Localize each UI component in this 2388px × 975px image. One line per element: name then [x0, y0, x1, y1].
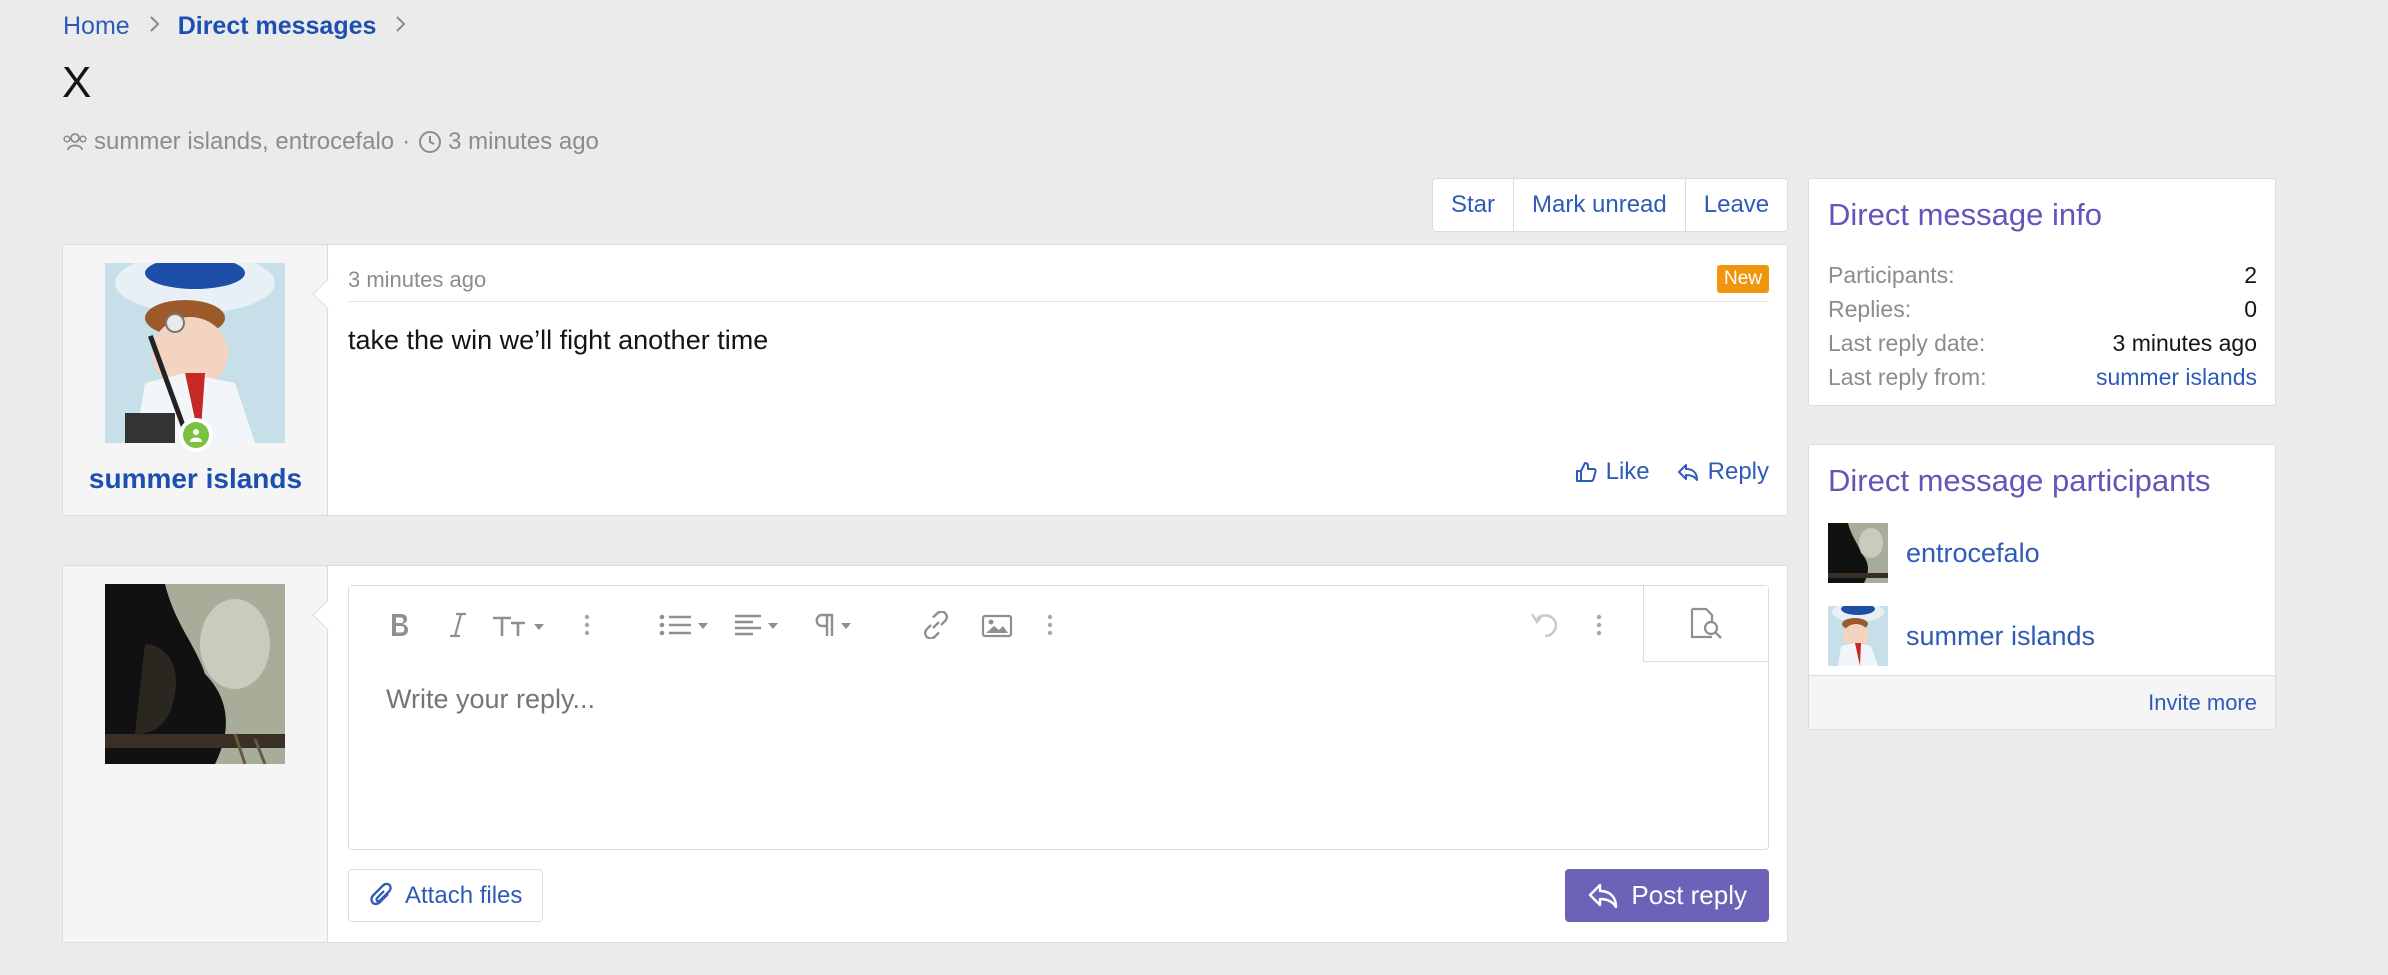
- breadcrumb: Home Direct messages: [63, 10, 424, 42]
- info-value: 3 minutes ago: [2112, 330, 2257, 356]
- breadcrumb-home-link[interactable]: Home: [63, 12, 130, 41]
- avatar[interactable]: [1828, 523, 1888, 583]
- conversation-actions: Star Mark unread Leave: [1432, 178, 1789, 232]
- chevron-right-icon: [148, 13, 160, 39]
- avatar[interactable]: [105, 584, 285, 764]
- paperclip-icon: [370, 882, 392, 905]
- users-icon: [62, 132, 94, 152]
- meta-time: 3 minutes ago: [448, 128, 599, 155]
- reply-main: Attach files Post reply: [328, 566, 1787, 942]
- participant-item: entrocefalo: [1828, 523, 2040, 583]
- clock-icon: [418, 130, 448, 154]
- invite-more-button[interactable]: Invite more: [1809, 675, 2275, 729]
- reply-icon: [1677, 464, 1698, 481]
- rich-text-editor: [348, 585, 1769, 850]
- conversation-meta: summer islands, entrocefalo · 3 minutes …: [62, 128, 599, 156]
- mark-unread-button[interactable]: Mark unread: [1513, 179, 1685, 231]
- preview-button[interactable]: [1643, 586, 1768, 662]
- quick-reply: Attach files Post reply: [62, 565, 1788, 943]
- more-icon[interactable]: [1595, 608, 1603, 642]
- info-title: Direct message info: [1828, 197, 2102, 232]
- attach-files-button[interactable]: Attach files: [348, 869, 544, 922]
- reply-label: Reply: [1707, 458, 1769, 485]
- participant-item: summer islands: [1828, 606, 2095, 666]
- page-title: X: [62, 58, 92, 107]
- info-label: Last reply from:: [1828, 364, 1987, 390]
- info-label: Last reply date:: [1828, 330, 1986, 356]
- preview-icon: [1690, 607, 1722, 639]
- meta-separator: ·: [402, 128, 411, 155]
- message-main: 3 minutes ago New take the win we’ll fig…: [328, 245, 1787, 515]
- paragraph-icon[interactable]: [809, 608, 859, 642]
- info-row: Replies: 0: [1828, 296, 2257, 323]
- message-footer: Like Reply: [1574, 458, 1769, 486]
- message-author[interactable]: summer islands: [63, 463, 328, 495]
- avatar[interactable]: [105, 263, 285, 443]
- invite-more-label: Invite more: [2148, 689, 2257, 715]
- thumbs-up-icon: [1575, 462, 1597, 482]
- list-icon[interactable]: [658, 608, 714, 642]
- align-icon[interactable]: [733, 608, 789, 642]
- info-row: Participants: 2: [1828, 262, 2257, 289]
- bold-icon[interactable]: [387, 608, 413, 642]
- like-button[interactable]: Like: [1574, 458, 1650, 486]
- avatar[interactable]: [1828, 606, 1888, 666]
- leave-button[interactable]: Leave: [1684, 179, 1787, 231]
- chevron-right-icon: [394, 13, 406, 39]
- undo-icon[interactable]: [1529, 608, 1561, 642]
- star-button[interactable]: Star: [1433, 179, 1513, 231]
- info-row: Last reply date: 3 minutes ago: [1828, 330, 2257, 357]
- participant-name[interactable]: summer islands: [1906, 621, 2095, 652]
- more-icon[interactable]: [1046, 608, 1054, 642]
- editor-toolbar: [349, 586, 1768, 662]
- post-reply-label: Post reply: [1631, 880, 1747, 910]
- reply-user-cell: [63, 566, 344, 942]
- info-value: 2: [2244, 262, 2257, 288]
- online-status-icon: [179, 418, 213, 452]
- like-label: Like: [1605, 458, 1650, 485]
- message-user-cell: summer islands: [63, 245, 344, 515]
- attach-files-label: Attach files: [405, 881, 523, 909]
- page: Home Direct messages X summer islands, e…: [0, 0, 2388, 975]
- image-icon[interactable]: [981, 608, 1013, 642]
- participant-name[interactable]: entrocefalo: [1906, 538, 2040, 569]
- info-row: Last reply from: summer islands: [1828, 364, 2257, 391]
- message-date[interactable]: 3 minutes ago: [348, 267, 486, 293]
- participants-title: Direct message participants: [1828, 463, 2211, 498]
- reply-icon: [1589, 883, 1618, 908]
- reply-input[interactable]: [386, 684, 1586, 715]
- direct-message-participants: Direct message participants entrocefalo …: [1808, 444, 2276, 730]
- divider: [348, 301, 1769, 302]
- meta-participants: summer islands, entrocefalo: [94, 128, 395, 155]
- message-body: take the win we’ll fight another time: [348, 325, 769, 355]
- reply-button[interactable]: Reply: [1676, 458, 1769, 486]
- message: summer islands 3 minutes ago New take th…: [62, 244, 1788, 516]
- more-icon[interactable]: [583, 608, 591, 642]
- info-label: Replies:: [1828, 296, 1912, 322]
- direct-message-info: Direct message info Participants: 2 Repl…: [1808, 178, 2276, 406]
- post-reply-button[interactable]: Post reply: [1565, 869, 1769, 922]
- info-value: 0: [2244, 296, 2257, 322]
- new-badge: New: [1716, 265, 1769, 293]
- link-icon[interactable]: [920, 608, 952, 642]
- italic-icon[interactable]: [447, 608, 469, 642]
- last-reply-from-link[interactable]: summer islands: [2096, 364, 2257, 391]
- info-label: Participants:: [1828, 262, 1955, 288]
- breadcrumb-direct-messages-link[interactable]: Direct messages: [178, 12, 377, 41]
- text-size-icon[interactable]: [491, 608, 551, 642]
